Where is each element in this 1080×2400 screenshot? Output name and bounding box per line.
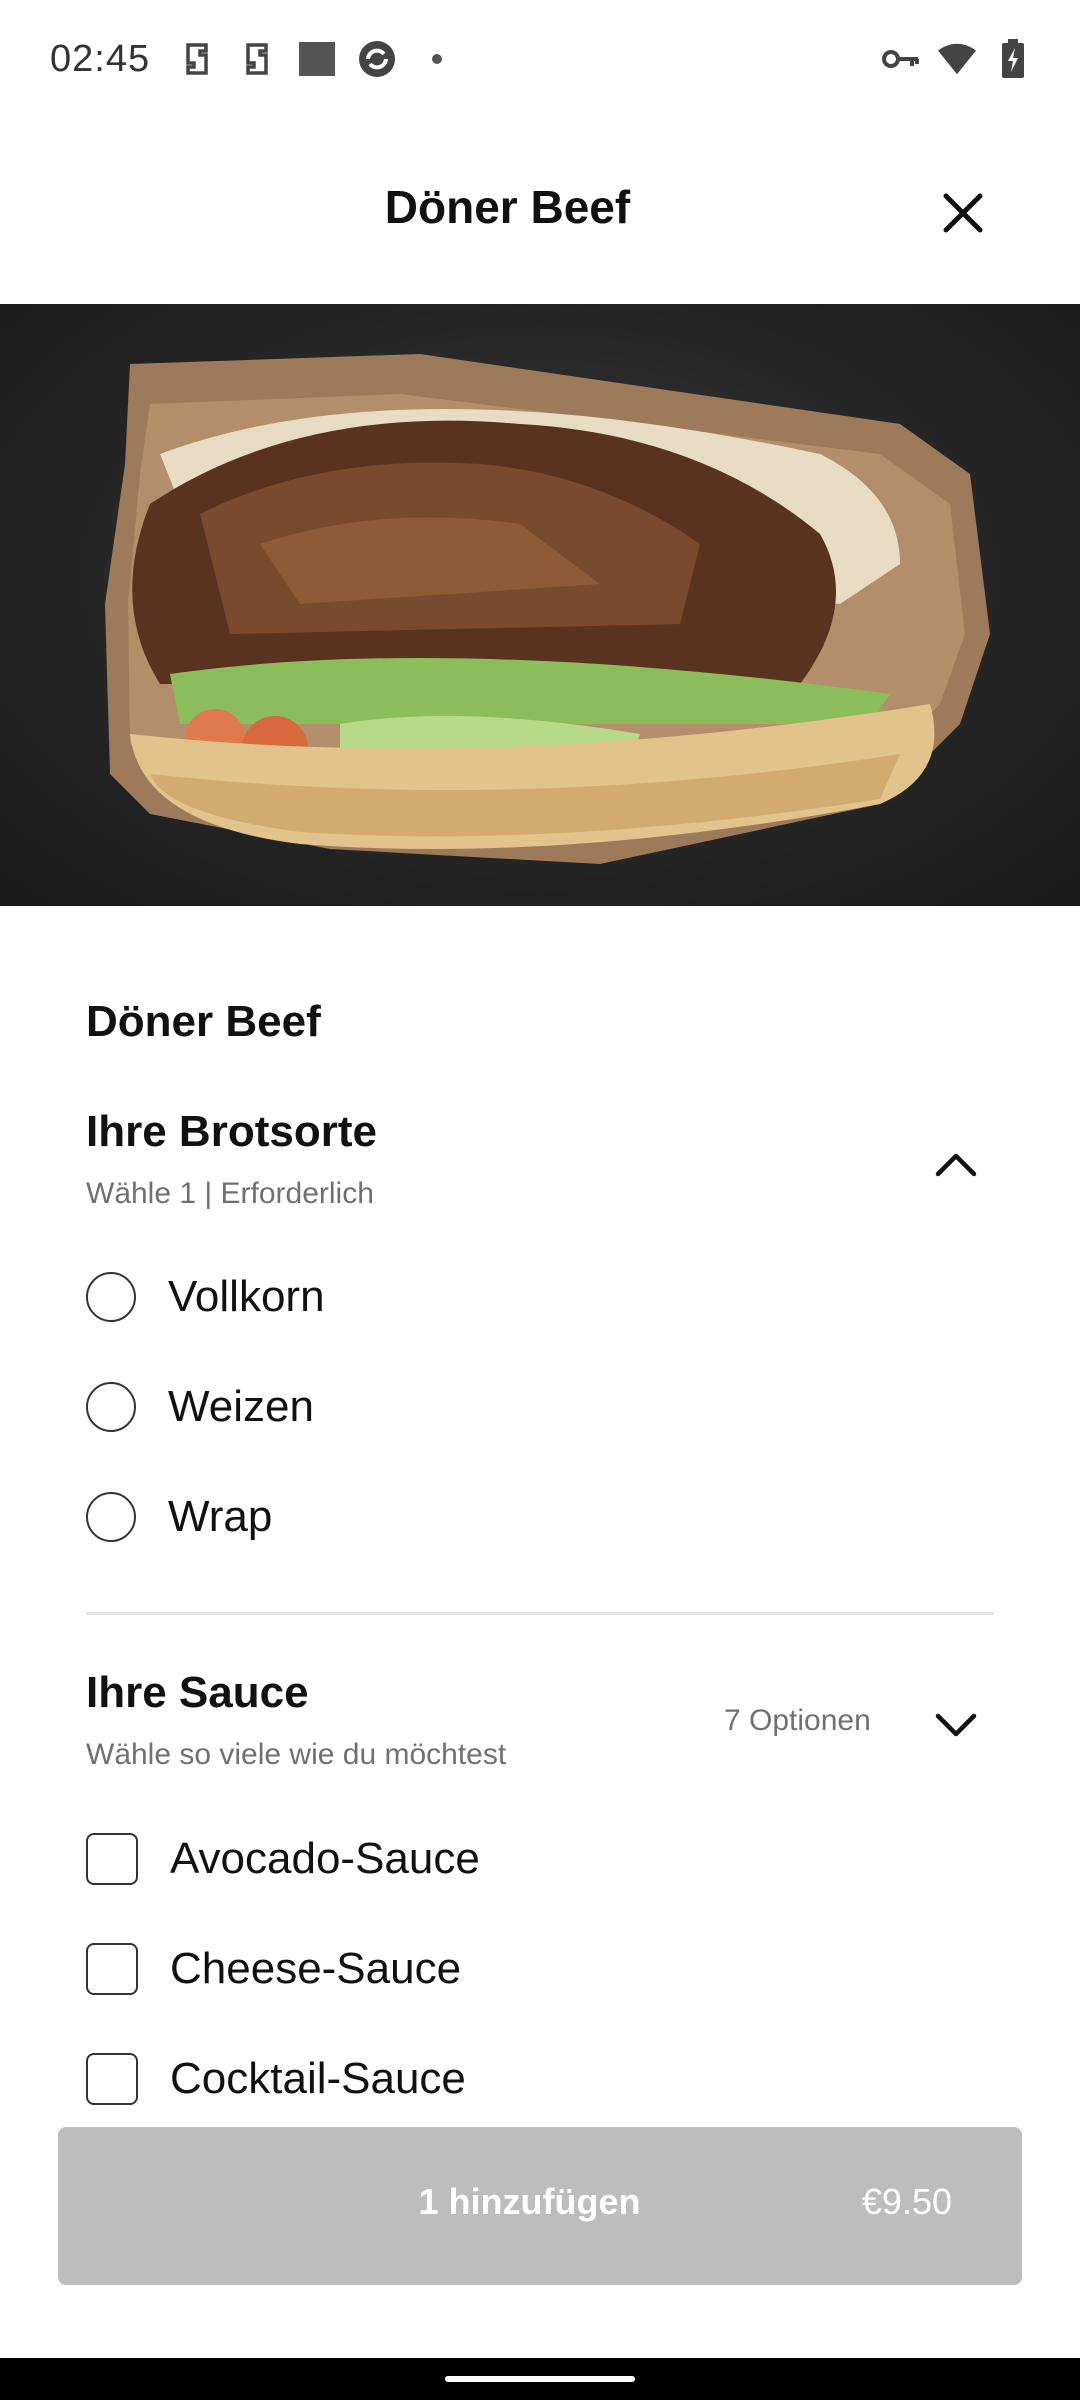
battery-charging-icon bbox=[994, 39, 1032, 78]
doner-sandwich-illustration bbox=[105, 354, 990, 864]
radio-button[interactable] bbox=[86, 1492, 136, 1542]
sauce-section-subtitle: Wähle so viele wie du möchtest bbox=[86, 1738, 507, 1771]
sauce-expand-button[interactable] bbox=[928, 1698, 984, 1754]
section-divider bbox=[86, 1612, 994, 1615]
bread-option-weizen[interactable]: Weizen bbox=[86, 1367, 314, 1447]
bracket-app-icon bbox=[178, 40, 216, 78]
close-button[interactable] bbox=[935, 185, 991, 241]
page-title: Döner Beef bbox=[384, 181, 631, 233]
sauce-option-cheese[interactable]: Cheese-Sauce bbox=[86, 1929, 461, 2009]
option-label: Cocktail-Sauce bbox=[170, 2054, 466, 2103]
sauce-option-cocktail[interactable]: Cocktail-Sauce bbox=[86, 2039, 466, 2119]
square-notification-icon bbox=[298, 40, 336, 78]
chevron-up-icon bbox=[935, 1153, 977, 1177]
bread-section-subtitle: Wähle 1 | Erforderlich bbox=[86, 1177, 374, 1210]
option-label: Cheese-Sauce bbox=[170, 1944, 462, 1993]
status-right-icons bbox=[882, 39, 1032, 78]
option-label: Avocado-Sauce bbox=[170, 1834, 480, 1883]
key-icon bbox=[882, 40, 920, 78]
status-bar: 02:45 bbox=[0, 0, 1080, 125]
hero-image bbox=[0, 304, 1080, 906]
radio-button[interactable] bbox=[86, 1382, 136, 1432]
bracket-app-icon bbox=[238, 40, 276, 78]
bread-collapse-button[interactable] bbox=[928, 1136, 984, 1192]
wifi-icon bbox=[938, 40, 976, 78]
bread-option-wrap[interactable]: Wrap bbox=[86, 1477, 272, 1557]
option-label: Weizen bbox=[168, 1382, 314, 1431]
sauce-option-avocado[interactable]: Avocado-Sauce bbox=[86, 1819, 480, 1899]
bread-section-header[interactable]: Ihre Brotsorte Wähle 1 | Erforderlich bbox=[86, 1107, 994, 1211]
checkbox[interactable] bbox=[86, 1943, 138, 1995]
item-title: Döner Beef bbox=[86, 997, 321, 1046]
status-left-icons bbox=[178, 40, 456, 78]
add-button-price: €9.50 bbox=[861, 2181, 952, 2222]
sync-app-icon bbox=[358, 40, 396, 78]
dot-icon bbox=[418, 40, 456, 78]
add-to-cart-button[interactable]: 1 hinzufügen €9.50 bbox=[58, 2127, 1022, 2285]
add-button-label: 1 hinzufügen bbox=[418, 2181, 641, 2222]
close-icon bbox=[943, 193, 983, 233]
sauce-option-count: 7 Optionen bbox=[724, 1704, 871, 1737]
radio-button[interactable] bbox=[86, 1272, 136, 1322]
bread-section-title: Ihre Brotsorte bbox=[86, 1107, 377, 1156]
checkbox[interactable] bbox=[86, 1833, 138, 1885]
option-label: Wrap bbox=[168, 1492, 273, 1541]
home-gesture-handle[interactable] bbox=[445, 2376, 635, 2382]
system-navigation-bar bbox=[0, 2358, 1080, 2400]
checkbox[interactable] bbox=[86, 2053, 138, 2105]
option-label: Vollkorn bbox=[168, 1272, 325, 1321]
status-time: 02:45 bbox=[50, 38, 151, 80]
bread-option-vollkorn[interactable]: Vollkorn bbox=[86, 1257, 325, 1337]
chevron-down-icon bbox=[935, 1713, 977, 1737]
